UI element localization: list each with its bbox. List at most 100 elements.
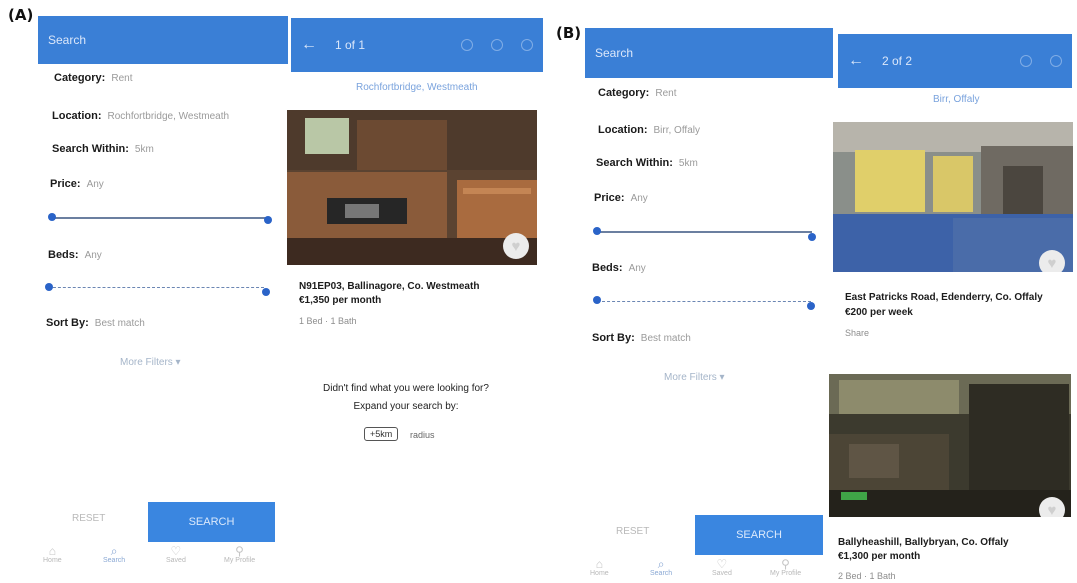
search-within-value[interactable]: 5km [679, 158, 698, 169]
price-range-slider[interactable] [597, 231, 812, 233]
no-more-results-message: Didn't find what you were looking for? [323, 383, 489, 394]
favorite-heart-icon[interactable]: ♥ [1039, 497, 1065, 517]
expand-radius-chip[interactable]: +5km [364, 427, 399, 441]
empty-room-photo-image [833, 122, 1073, 272]
expand-radius-suffix: radius [410, 430, 435, 440]
beds-slider-max-handle[interactable] [262, 288, 270, 296]
price-label: Price: [50, 178, 81, 190]
category-row[interactable]: Category: Rent [598, 87, 676, 99]
listing-photo[interactable]: ♥ [829, 374, 1071, 517]
tab-search-label: Search [103, 557, 126, 564]
beds-row[interactable]: Beds: Any [48, 249, 102, 261]
beds-row[interactable]: Beds: Any [592, 262, 646, 274]
location-row[interactable]: Location: Rochfortbridge, Westmeath [52, 110, 229, 122]
tab-search[interactable]: ⌕ Search [650, 558, 672, 577]
location-row[interactable]: Location: Birr, Offaly [598, 124, 700, 136]
filter-icon[interactable] [491, 39, 503, 51]
category-value[interactable]: Rent [111, 73, 132, 84]
listing-address[interactable]: East Patricks Road, Edenderry, Co. Offal… [845, 292, 1043, 303]
sort-by-row[interactable]: Sort By: Best match [592, 332, 691, 344]
location-value[interactable]: Rochfortbridge, Westmeath [108, 111, 230, 122]
tab-home[interactable]: ⌂ Home [590, 558, 609, 577]
living-room-photo-image [829, 374, 1071, 517]
tab-saved[interactable]: ♡ Saved [712, 558, 732, 577]
tab-saved-label: Saved [712, 570, 732, 577]
location-value[interactable]: Birr, Offaly [654, 125, 701, 136]
sort-icon[interactable] [521, 39, 533, 51]
beds-range-slider[interactable] [48, 287, 264, 288]
favorite-heart-icon[interactable]: ♥ [1039, 250, 1065, 272]
listing-price: €1,300 per month [838, 551, 921, 562]
search-within-value[interactable]: 5km [135, 144, 154, 155]
price-range-slider[interactable] [52, 217, 268, 219]
tab-profile[interactable]: ⚲ My Profile [770, 558, 801, 577]
search-icon: ⌕ [110, 544, 118, 558]
search-header-title: Search [595, 46, 634, 60]
back-arrow-icon[interactable]: ← [301, 37, 317, 53]
listing-photo[interactable]: ♥ [833, 122, 1073, 272]
home-icon: ⌂ [595, 557, 603, 571]
search-button[interactable]: SEARCH [148, 502, 275, 542]
results-location: Birr, Offaly [933, 94, 980, 105]
beds-range-slider[interactable] [597, 301, 811, 302]
expand-search-prompt: Expand your search by: [353, 401, 459, 412]
price-slider-min-handle[interactable] [48, 213, 56, 221]
category-row[interactable]: Category: Rent [54, 72, 132, 84]
listing-address[interactable]: Ballyheashill, Ballybryan, Co. Offaly [838, 537, 1009, 548]
sort-by-value[interactable]: Best match [641, 333, 691, 344]
tab-home-label: Home [43, 557, 62, 564]
favorite-heart-icon[interactable]: ♥ [503, 233, 529, 259]
panel-label-a: (A) [8, 6, 34, 24]
location-label: Location: [598, 124, 648, 136]
price-value[interactable]: Any [631, 193, 648, 204]
more-filters-link[interactable]: More Filters ▾ [120, 357, 181, 368]
search-icon: ⌕ [657, 557, 665, 571]
search-header-b: Search [585, 28, 833, 78]
price-slider-min-handle[interactable] [593, 227, 601, 235]
map-icon[interactable] [461, 39, 473, 51]
results-count: 1 of 1 [335, 38, 366, 52]
beds-slider-min-handle[interactable] [45, 283, 53, 291]
price-row[interactable]: Price: Any [50, 178, 104, 190]
tab-search[interactable]: ⌕ Search [103, 545, 125, 564]
beds-slider-max-handle[interactable] [807, 302, 815, 310]
search-within-row[interactable]: Search Within: 5km [596, 157, 698, 169]
search-header-title: Search [48, 33, 87, 47]
reset-button[interactable]: RESET [616, 526, 649, 537]
results-header-a: ← 1 of 1 [291, 18, 543, 72]
price-slider-max-handle[interactable] [264, 216, 272, 224]
listing-details: 1 Bed · 1 Bath [299, 316, 357, 326]
home-icon: ⌂ [48, 544, 56, 558]
sort-by-value[interactable]: Best match [95, 318, 145, 329]
person-icon: ⚲ [235, 544, 244, 558]
more-filters-link[interactable]: More Filters ▾ [664, 372, 725, 383]
price-row[interactable]: Price: Any [594, 192, 648, 204]
map-icon[interactable] [1020, 55, 1032, 67]
price-value[interactable]: Any [87, 179, 104, 190]
beds-value[interactable]: Any [85, 250, 102, 261]
filter-icon[interactable] [1050, 55, 1062, 67]
listing-price: €1,350 per month [299, 295, 382, 306]
back-arrow-icon[interactable]: ← [848, 53, 864, 69]
listing-price: €200 per week [845, 307, 913, 318]
search-header-a: Search [38, 16, 288, 64]
tab-profile-label: My Profile [770, 570, 802, 577]
beds-slider-min-handle[interactable] [593, 296, 601, 304]
category-value[interactable]: Rent [655, 88, 676, 99]
price-slider-max-handle[interactable] [808, 233, 816, 241]
search-within-label: Search Within: [52, 143, 129, 155]
tab-home[interactable]: ⌂ Home [43, 545, 62, 564]
listing-address[interactable]: N91EP03, Ballinagore, Co. Westmeath [299, 281, 479, 292]
listing-photo[interactable]: ♥ [287, 110, 537, 265]
kitchen-photo-image [287, 110, 537, 265]
search-within-row[interactable]: Search Within: 5km [52, 143, 154, 155]
listing-details: 2 Bed · 1 Bath [838, 571, 896, 581]
tab-profile[interactable]: ⚲ My Profile [224, 545, 255, 564]
reset-button[interactable]: RESET [72, 513, 105, 524]
sort-by-row[interactable]: Sort By: Best match [46, 317, 145, 329]
tab-saved[interactable]: ♡ Saved [166, 545, 186, 564]
search-button[interactable]: SEARCH [695, 515, 823, 555]
beds-value[interactable]: Any [629, 263, 646, 274]
category-label: Category: [598, 87, 650, 99]
sort-by-label: Sort By: [592, 332, 635, 344]
